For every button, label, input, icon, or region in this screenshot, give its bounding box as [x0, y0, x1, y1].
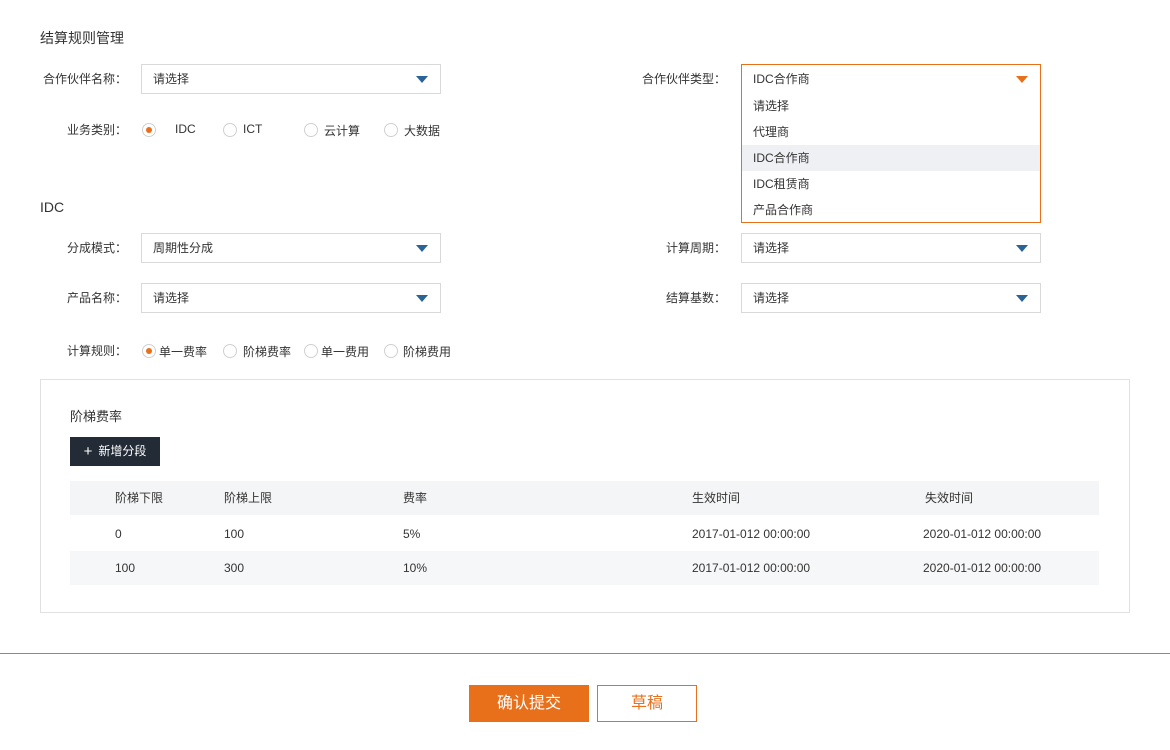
tier-panel-title: 阶梯费率: [70, 409, 123, 424]
product-name-label: 产品名称：: [66, 291, 127, 305]
radio-label: IDC: [175, 122, 196, 136]
column-header: 失效时间: [925, 491, 974, 505]
table-cell: 5%: [403, 527, 421, 541]
radio-circle: [304, 123, 318, 137]
partner-type-dropdown: 请选择 代理商 IDC合作商 IDC租赁商 产品合作商: [741, 93, 1041, 223]
split-mode-value: 周期性分成: [153, 241, 214, 255]
table-cell: 2020-01-012 00:00:00: [923, 561, 1042, 575]
radio-circle: [142, 344, 156, 358]
radio-label: 阶梯费率: [243, 345, 292, 359]
chevron-down-icon: [416, 295, 428, 302]
chevron-down-icon: [416, 76, 428, 83]
table-cell: 2017-01-012 00:00:00: [692, 561, 811, 575]
table-cell: 100: [115, 561, 136, 575]
tier-table: 阶梯下限 阶梯上限 费率 生效时间 失效时间 0 100 5% 2017-01-…: [70, 481, 1099, 585]
chevron-down-icon: [416, 245, 428, 252]
add-segment-label: 新增分段: [98, 444, 147, 458]
table-cell: 2020-01-012 00:00:00: [923, 527, 1042, 541]
partner-name-label: 合作伙伴名称：: [42, 72, 127, 86]
calc-rule-radio-group: 单一费率 阶梯费率 单一费用 阶梯费用: [142, 341, 472, 361]
partner-name-value: 请选择: [153, 72, 190, 86]
settle-base-label: 结算基数：: [665, 291, 726, 305]
product-name-select[interactable]: 请选择: [141, 283, 441, 313]
dropdown-option[interactable]: IDC租赁商: [742, 171, 1040, 197]
radio-circle: [304, 344, 318, 358]
calc-rule-label: 计算规则：: [66, 344, 127, 358]
radio-circle: [142, 123, 156, 137]
partner-type-label: 合作伙伴类型：: [641, 72, 726, 86]
table-row[interactable]: 0 100 5% 2017-01-012 00:00:00 2020-01-01…: [70, 517, 1099, 551]
dropdown-option[interactable]: 代理商: [742, 119, 1040, 145]
dropdown-option[interactable]: 产品合作商: [742, 197, 1040, 223]
column-header: 生效时间: [692, 491, 741, 505]
radio-label: ICT: [243, 122, 263, 136]
split-mode-label: 分成模式：: [66, 241, 127, 255]
calc-period-label: 计算周期：: [665, 241, 726, 255]
partner-name-select[interactable]: 请选择: [141, 64, 441, 94]
partner-type-value: IDC合作商: [753, 72, 810, 86]
radio-circle: [384, 344, 398, 358]
business-type-radio-group: IDC ICT 云计算 大数据: [142, 120, 462, 140]
draft-button[interactable]: 草稿: [597, 685, 697, 722]
table-cell: 10%: [403, 561, 428, 575]
radio-label: 阶梯费用: [403, 345, 452, 359]
footer-divider: [0, 653, 1170, 654]
add-segment-button[interactable]: + 新增分段: [70, 437, 160, 466]
business-type-label: 业务类别：: [66, 123, 127, 137]
radio-circle: [384, 123, 398, 137]
table-row[interactable]: 100 300 10% 2017-01-012 00:00:00 2020-01…: [70, 551, 1099, 585]
dropdown-option[interactable]: 请选择: [742, 93, 1040, 119]
page-title: 结算规则管理: [40, 30, 124, 46]
radio-label: 云计算: [324, 124, 361, 138]
column-header: 费率: [403, 491, 428, 505]
dropdown-option-selected[interactable]: IDC合作商: [742, 145, 1040, 171]
idc-section-title: IDC: [40, 199, 65, 215]
table-cell: 300: [224, 561, 245, 575]
table-cell: 100: [224, 527, 245, 541]
radio-circle: [223, 123, 237, 137]
product-name-value: 请选择: [153, 291, 190, 305]
radio-circle: [223, 344, 237, 358]
split-mode-select[interactable]: 周期性分成: [141, 233, 441, 263]
settle-base-select[interactable]: 请选择: [741, 283, 1041, 313]
radio-label: 单一费用: [321, 345, 370, 359]
settle-base-value: 请选择: [753, 291, 790, 305]
calc-period-value: 请选择: [753, 241, 790, 255]
plus-icon: +: [83, 443, 93, 460]
radio-label: 大数据: [404, 124, 441, 138]
table-cell: 0: [115, 527, 122, 541]
table-header-row: 阶梯下限 阶梯上限 费率 生效时间 失效时间: [70, 481, 1099, 515]
chevron-down-icon: [1016, 76, 1028, 83]
chevron-down-icon: [1016, 245, 1028, 252]
table-cell: 2017-01-012 00:00:00: [692, 527, 811, 541]
column-header: 阶梯下限: [115, 491, 164, 505]
radio-label: 单一费率: [159, 345, 208, 359]
partner-type-select[interactable]: IDC合作商: [741, 64, 1041, 94]
column-header: 阶梯上限: [224, 491, 273, 505]
calc-period-select[interactable]: 请选择: [741, 233, 1041, 263]
chevron-down-icon: [1016, 295, 1028, 302]
submit-button[interactable]: 确认提交: [469, 685, 589, 722]
